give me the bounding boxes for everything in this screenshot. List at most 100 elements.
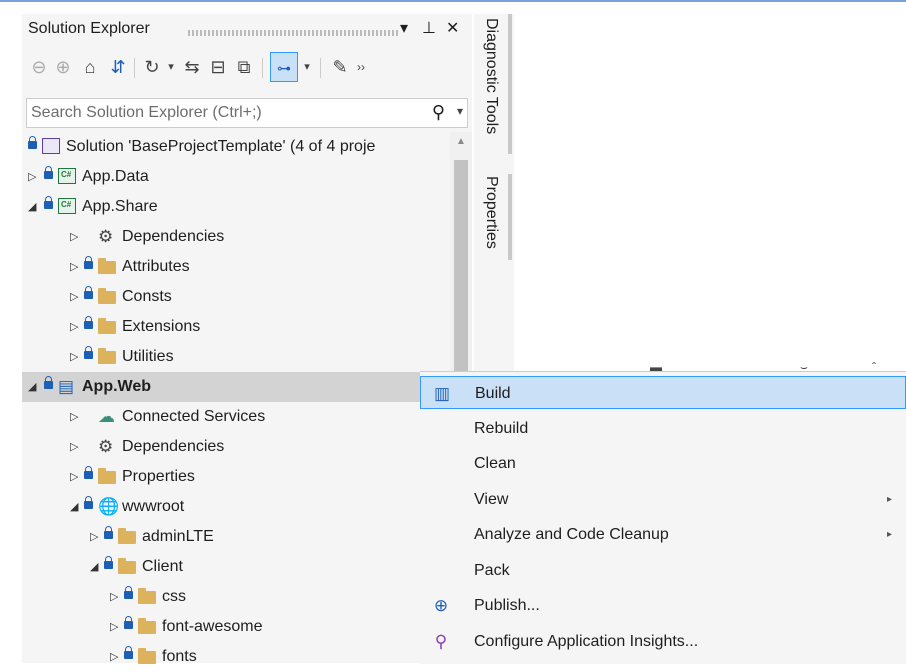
menu-item-label: Clean xyxy=(474,455,516,472)
expand-arrow-icon[interactable]: ▷ xyxy=(28,162,36,192)
chevron-down-icon[interactable]: ▾ xyxy=(457,104,463,118)
tree-item[interactable]: ▷ ⚙ Dependencies xyxy=(22,222,450,252)
tree-item-label: Attributes xyxy=(122,258,190,275)
folder-icon xyxy=(98,288,116,304)
folder-icon xyxy=(98,348,116,364)
tree-item[interactable]: ◢ Client xyxy=(22,552,450,582)
menu-item-configure-application-insights[interactable]: ⚲ Configure Application Insights... xyxy=(420,625,906,658)
menu-item-publish[interactable]: ⊕ Publish... xyxy=(420,589,906,622)
expand-arrow-icon[interactable]: ▷ xyxy=(70,342,78,372)
tree-item-label: fonts xyxy=(162,648,197,665)
close-icon[interactable]: ✕ xyxy=(446,18,459,38)
search-input[interactable]: Search Solution Explorer (Ctrl+;) ⚲ ▾ xyxy=(26,98,468,128)
forward-icon[interactable]: ⊕ xyxy=(52,52,74,82)
lock-icon xyxy=(84,256,93,272)
tab-diagnostic-tools[interactable]: Diagnostic Tools xyxy=(482,18,500,134)
tree-item[interactable]: ▷ Extensions xyxy=(22,312,450,342)
lock-icon xyxy=(104,526,113,542)
menu-item-build[interactable]: ▥ Build xyxy=(420,376,906,409)
solution-icon xyxy=(42,138,60,154)
lock-icon xyxy=(84,346,93,362)
background-fragment: ˆ xyxy=(872,360,876,374)
menu-item-label: View xyxy=(474,490,509,508)
tree-item[interactable]: ▷ Attributes xyxy=(22,252,450,282)
pin-icon[interactable]: ⊥ xyxy=(422,18,436,38)
pending-changes-filter-icon[interactable]: ↻ xyxy=(140,52,164,82)
folder-icon xyxy=(138,588,156,604)
tree-item[interactable]: ▷ Properties xyxy=(22,462,450,492)
expand-arrow-icon[interactable]: ▷ xyxy=(70,462,78,492)
expand-arrow-icon[interactable]: ▷ xyxy=(90,522,98,552)
tree-item-label: Extensions xyxy=(122,318,201,335)
collapse-arrow-icon[interactable]: ◢ xyxy=(28,372,36,402)
tree-item[interactable]: ▷ Utilities xyxy=(22,342,450,372)
chevron-down-icon[interactable]: ▾ xyxy=(164,52,178,82)
tree-item[interactable]: ◢ 🌐 wwwroot xyxy=(22,492,450,522)
submenu-arrow-icon: ▸ xyxy=(886,529,892,540)
sync-with-active-document-icon[interactable]: ⇆ xyxy=(180,52,204,82)
folder-icon xyxy=(118,558,136,574)
tree-item-label: Client xyxy=(142,558,183,575)
tree-item-label: adminLTE xyxy=(142,528,214,545)
tree-item[interactable]: Solution 'BaseProjectTemplate' (4 of 4 p… xyxy=(22,132,450,162)
toolbar-separator xyxy=(134,58,135,78)
tree-item[interactable]: ◢ App.Share xyxy=(22,192,450,222)
collapse-all-icon[interactable]: ⊟ xyxy=(206,52,230,82)
side-tab-strip: Diagnostic Tools Properties xyxy=(474,14,514,384)
tab-properties[interactable]: Properties xyxy=(482,176,500,249)
properties-wrench-icon[interactable]: ✎ xyxy=(328,52,352,82)
expand-arrow-icon[interactable]: ▷ xyxy=(70,222,78,252)
folder-icon xyxy=(118,528,136,544)
collapse-arrow-icon[interactable]: ◢ xyxy=(90,552,98,582)
menu-item-analyze-and-code-cleanup[interactable]: Analyze and Code Cleanup ▸ xyxy=(420,518,906,551)
tree-item-label: App.Web xyxy=(82,378,152,395)
panel-title: Solution Explorer xyxy=(28,20,150,37)
tree-item[interactable]: ▷ font-awesome xyxy=(22,612,450,642)
tree-item[interactable]: ▷ adminLTE xyxy=(22,522,450,552)
home-icon[interactable]: ⌂ xyxy=(78,52,102,82)
menu-item-clean[interactable]: Clean xyxy=(420,447,906,480)
lock-icon xyxy=(104,556,113,572)
lock-icon xyxy=(124,646,133,662)
lock-icon xyxy=(44,196,53,212)
tree-item[interactable]: ▷ fonts xyxy=(22,642,450,672)
expand-arrow-icon[interactable]: ▷ xyxy=(70,252,78,282)
folder-icon xyxy=(98,318,116,334)
scroll-up-icon[interactable]: ▲ xyxy=(456,136,466,147)
tree-item-label: Dependencies xyxy=(122,228,225,245)
tree-item-label: Consts xyxy=(122,288,172,305)
collapse-arrow-icon[interactable]: ◢ xyxy=(28,192,36,222)
overflow-icon[interactable]: ›› xyxy=(354,52,368,82)
back-icon[interactable]: ⊖ xyxy=(28,52,50,82)
dependencies-icon: ⚙ xyxy=(98,227,114,246)
expand-arrow-icon[interactable]: ▷ xyxy=(70,432,78,462)
tree-item-label: font-awesome xyxy=(162,618,263,635)
chevron-down-icon[interactable]: ▾ xyxy=(300,52,314,82)
expand-arrow-icon[interactable]: ▷ xyxy=(70,312,78,342)
menu-item-view[interactable]: View ▸ xyxy=(420,483,906,516)
expand-arrow-icon[interactable]: ▷ xyxy=(110,612,118,642)
window-position-dropdown-icon[interactable]: ▾ xyxy=(400,18,408,38)
tree-item[interactable]: ▷ ⚙ Dependencies xyxy=(22,432,450,462)
tree-item[interactable]: ▷ css xyxy=(22,582,450,612)
panel-drag-grip[interactable] xyxy=(188,30,398,36)
folder-icon xyxy=(98,258,116,274)
collapse-arrow-icon[interactable]: ◢ xyxy=(70,492,78,522)
expand-arrow-icon[interactable]: ▷ xyxy=(110,642,118,672)
tree-item[interactable]: ▷ Consts xyxy=(22,282,450,312)
expand-arrow-icon[interactable]: ▷ xyxy=(70,402,78,432)
background-fragment: ▬ xyxy=(650,360,662,374)
expand-arrow-icon[interactable]: ▷ xyxy=(70,282,78,312)
menu-item-rebuild[interactable]: Rebuild xyxy=(420,412,906,445)
search-icon[interactable]: ⚲ xyxy=(432,102,445,123)
switch-views-icon[interactable]: ⇵ xyxy=(106,52,130,82)
tab-indicator xyxy=(508,174,512,260)
tree-item[interactable]: ▷ ☁ Connected Services xyxy=(22,402,450,432)
tree-item[interactable]: ▷ App.Data xyxy=(22,162,450,192)
tree-item[interactable]: ◢ ▤ App.Web xyxy=(22,372,450,402)
expand-arrow-icon[interactable]: ▷ xyxy=(110,582,118,612)
show-all-files-icon[interactable]: ⧉ xyxy=(232,52,256,82)
preview-selected-items-icon[interactable]: ⊶ xyxy=(270,52,298,82)
lock-icon xyxy=(44,376,53,392)
menu-item-pack[interactable]: Pack xyxy=(420,554,906,587)
